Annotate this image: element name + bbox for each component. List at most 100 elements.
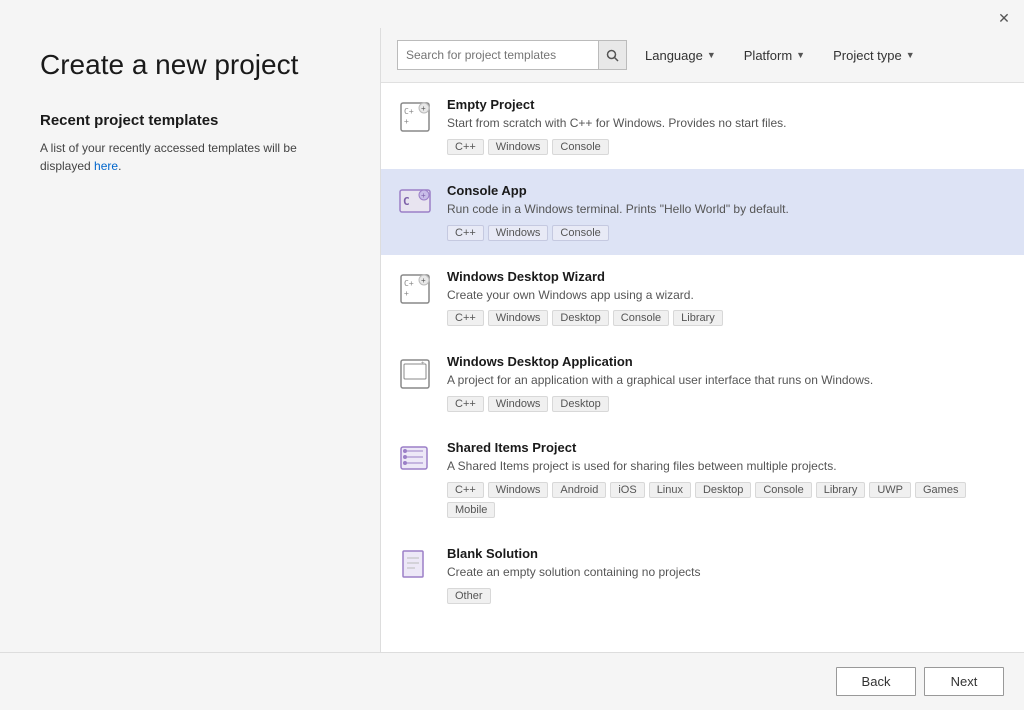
empty-icon: C+++ [397, 99, 433, 135]
template-description: A Shared Items project is used for shari… [447, 458, 1008, 475]
tag: Library [673, 310, 723, 326]
template-item[interactable]: C+++Empty ProjectStart from scratch with… [381, 83, 1024, 169]
console-icon: C+ [397, 185, 433, 221]
language-dropdown[interactable]: Language ▼ [635, 44, 726, 67]
template-name: Windows Desktop Application [447, 354, 1008, 369]
svg-text:C: C [403, 195, 410, 208]
recent-desc-text2: displayed [40, 159, 94, 173]
footer: Back Next [0, 652, 1024, 710]
recent-desc-end: . [118, 159, 121, 173]
tag: C++ [447, 310, 484, 326]
platform-chevron-icon: ▼ [796, 50, 805, 60]
tag: C++ [447, 139, 484, 155]
template-tags: C++WindowsAndroidiOS LinuxDesktopConsole L… [447, 482, 1008, 518]
template-name: Empty Project [447, 97, 1008, 112]
project-type-dropdown[interactable]: Project type ▼ [823, 44, 925, 67]
tag: Desktop [552, 396, 608, 412]
shared-icon [397, 442, 433, 478]
template-info: Windows Desktop Application A project for… [447, 354, 1008, 412]
search-input[interactable] [398, 48, 598, 62]
template-tags: C++WindowsConsole [447, 225, 1008, 241]
tag: UWP [869, 482, 911, 498]
template-name: Windows Desktop Wizard [447, 269, 1008, 284]
project-type-label: Project type [833, 48, 902, 63]
template-item[interactable]: C+++Windows Desktop WizardCreate your ow… [381, 255, 1024, 341]
tag: Library [816, 482, 866, 498]
tag: Console [613, 310, 669, 326]
tag: Linux [649, 482, 691, 498]
template-name: Shared Items Project [447, 440, 1008, 455]
tag: Console [552, 139, 608, 155]
next-button[interactable]: Next [924, 667, 1004, 696]
blank-icon [397, 548, 433, 584]
tag: Windows [488, 482, 549, 498]
tag: C++ [447, 225, 484, 241]
tag: Windows [488, 139, 549, 155]
template-description: Create an empty solution containing no p… [447, 564, 1008, 581]
search-box [397, 40, 627, 70]
tag: C++ [447, 396, 484, 412]
svg-text:C+: C+ [404, 107, 414, 116]
template-tags: C++WindowsConsole [447, 139, 1008, 155]
svg-text:+: + [404, 117, 409, 126]
template-description: Run code in a Windows terminal. Prints "… [447, 201, 1008, 218]
svg-text:+: + [421, 276, 426, 285]
toolbar: Language ▼ Platform ▼ Project type ▼ [381, 28, 1024, 83]
recent-link[interactable]: here [94, 159, 118, 173]
template-item[interactable]: Blank Solution Create an empty solution c… [381, 532, 1024, 618]
language-chevron-icon: ▼ [707, 50, 716, 60]
template-tags: C++WindowsDesktop [447, 396, 1008, 412]
tag: Desktop [552, 310, 608, 326]
tag: Console [552, 225, 608, 241]
template-info: Blank Solution Create an empty solution c… [447, 546, 1008, 604]
template-description: Create your own Windows app using a wiza… [447, 287, 1008, 304]
svg-text:C+: C+ [404, 279, 414, 288]
tag: Android [552, 482, 606, 498]
back-button[interactable]: Back [836, 667, 916, 696]
create-project-dialog: ✕ Create a new project Recent project te… [0, 0, 1024, 710]
tag: iOS [610, 482, 644, 498]
title-bar: ✕ [0, 0, 1024, 28]
tag: C++ [447, 482, 484, 498]
template-item[interactable]: C+Console AppRun code in a Windows termi… [381, 169, 1024, 255]
template-tags: Other [447, 588, 1008, 604]
tag: Mobile [447, 502, 495, 518]
template-info: Console App Run code in a Windows termina… [447, 183, 1008, 241]
template-info: Empty ProjectStart from scratch with C++… [447, 97, 1008, 155]
template-name: Console App [447, 183, 1008, 198]
main-content: Create a new project Recent project temp… [0, 28, 1024, 652]
template-info: Shared Items Project A Shared Items proje… [447, 440, 1008, 518]
template-description: A project for an application with a grap… [447, 372, 1008, 389]
project-type-chevron-icon: ▼ [906, 50, 915, 60]
tag: Windows [488, 225, 549, 241]
recent-desc-text: A list of your recently accessed templat… [40, 141, 297, 155]
template-list: C+++Empty ProjectStart from scratch with… [381, 83, 1024, 652]
wizard-icon: C+++ [397, 271, 433, 307]
app-icon: + [397, 356, 433, 392]
template-tags: C++WindowsDesktop ConsoleLibrary [447, 310, 1008, 326]
svg-text:+: + [421, 361, 425, 367]
template-item[interactable]: Shared Items Project A Shared Items proje… [381, 426, 1024, 532]
svg-text:+: + [421, 104, 426, 113]
template-name: Blank Solution [447, 546, 1008, 561]
right-panel: Language ▼ Platform ▼ Project type ▼ C++… [381, 28, 1024, 652]
search-icon [606, 49, 619, 62]
platform-label: Platform [744, 48, 792, 63]
tag: Windows [488, 310, 549, 326]
tag: Games [915, 482, 966, 498]
recent-description: A list of your recently accessed templat… [40, 139, 350, 175]
platform-dropdown[interactable]: Platform ▼ [734, 44, 815, 67]
svg-text:+: + [421, 191, 426, 200]
language-label: Language [645, 48, 703, 63]
tag: Desktop [695, 482, 751, 498]
recent-heading: Recent project templates [40, 112, 350, 129]
template-item[interactable]: + Windows Desktop Application A project fo… [381, 340, 1024, 426]
search-button[interactable] [598, 41, 626, 69]
tag: Console [755, 482, 811, 498]
close-button[interactable]: ✕ [994, 8, 1014, 28]
svg-text:+: + [404, 289, 409, 298]
template-info: Windows Desktop Wizard Create your own Wi… [447, 269, 1008, 327]
page-title: Create a new project [40, 48, 350, 82]
tag: Windows [488, 396, 549, 412]
left-panel: Create a new project Recent project temp… [0, 28, 380, 652]
